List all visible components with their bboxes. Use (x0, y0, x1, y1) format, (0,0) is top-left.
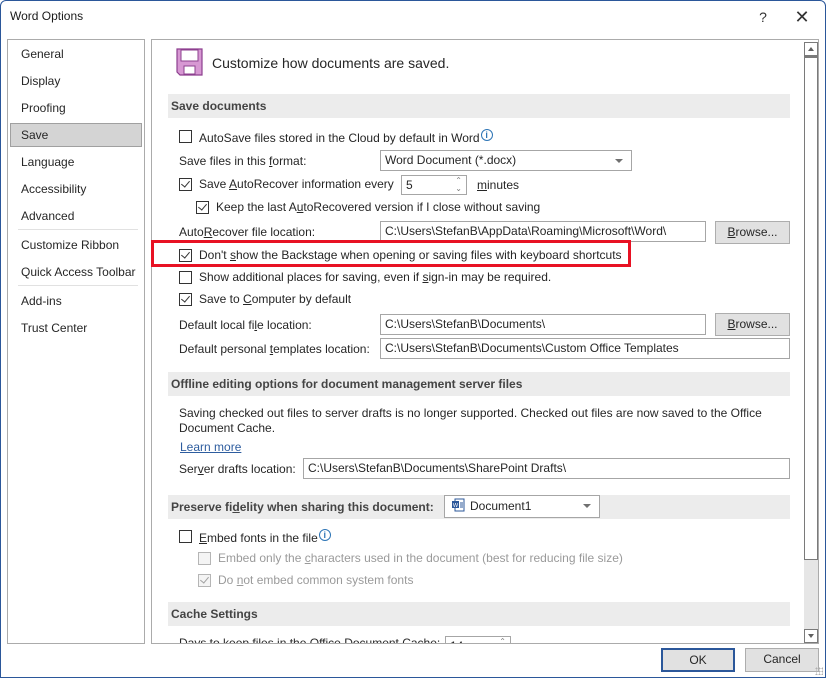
embed-fonts-label: Embed fonts in the file (199, 531, 318, 545)
embed-only-used-characters-option: Embed only the characters used in the do… (198, 551, 623, 565)
ok-button[interactable]: OK (661, 648, 735, 672)
autorecover-minutes-value: 5 (406, 178, 413, 192)
additional-places-checkbox[interactable] (179, 271, 192, 284)
save-format-label: Save files in this format: (179, 154, 307, 168)
additional-places-option[interactable]: Show additional places for saving, even … (179, 270, 551, 284)
info-icon[interactable]: i (318, 529, 331, 541)
cache-days-label: Days to keep files in the Office Documen… (179, 636, 441, 644)
section-save-documents: Save documents (168, 94, 790, 118)
info-icon[interactable]: i (480, 129, 493, 141)
autorecover-location-input[interactable]: C:\Users\StefanB\AppData\Roaming\Microso… (380, 221, 706, 242)
autorecover-option[interactable]: Save AutoRecover information every (179, 177, 394, 191)
offline-description: Saving checked out files to server draft… (179, 406, 762, 435)
nav-item-quick-access-toolbar[interactable]: Quick Access Toolbar (10, 260, 142, 284)
autorecover-label: Save AutoRecover information every (199, 177, 394, 191)
server-drafts-location-input[interactable]: C:\Users\StefanB\Documents\SharePoint Dr… (303, 458, 790, 479)
word-document-icon: W (452, 498, 465, 512)
browse-local-button[interactable]: Browse... (715, 313, 790, 336)
default-local-location-label: Default local file location: (179, 318, 312, 332)
autorecover-minutes-stepper[interactable]: 5 ⌃ ⌄ (401, 175, 467, 195)
nav-item-display[interactable]: Display (10, 69, 142, 93)
no-common-system-fonts-checkbox (198, 574, 211, 587)
svg-text:W: W (453, 503, 459, 509)
floppy-disk-icon (176, 48, 203, 76)
nav-divider (18, 229, 138, 230)
nav-item-save[interactable]: Save (10, 123, 142, 147)
embed-only-used-characters-label: Embed only the characters used in the do… (218, 551, 623, 565)
help-button[interactable]: ? (749, 5, 777, 29)
no-backstage-option[interactable]: Don't show the Backstage when opening or… (179, 248, 622, 262)
autosave-cloud-checkbox[interactable] (179, 130, 192, 143)
autosave-cloud-option[interactable]: AutoSave files stored in the Cloud by de… (179, 129, 493, 145)
scrollbar-thumb[interactable] (804, 56, 818, 560)
nav-item-add-ins[interactable]: Add-ins (10, 289, 142, 313)
scroll-up-arrow-icon[interactable] (804, 42, 818, 56)
cache-days-stepper[interactable]: 14 ⌃⌄ (445, 636, 511, 644)
autorecover-checkbox[interactable] (179, 178, 192, 191)
default-local-location-input[interactable]: C:\Users\StefanB\Documents\ (380, 314, 706, 335)
fidelity-document-dropdown[interactable]: W Document1 (444, 495, 600, 518)
vertical-scrollbar[interactable] (804, 42, 818, 643)
autosave-cloud-label: AutoSave files stored in the Cloud by de… (199, 131, 480, 145)
server-drafts-label: Server drafts location: (179, 462, 296, 476)
options-nav: General Display Proofing Save Language A… (7, 39, 145, 644)
close-button[interactable]: ✕ (788, 5, 816, 29)
embed-only-used-characters-checkbox (198, 552, 211, 565)
save-to-computer-option[interactable]: Save to Computer by default (179, 292, 351, 306)
additional-places-label: Show additional places for saving, even … (199, 270, 552, 284)
spinner-arrows-icon[interactable]: ⌃⌄ (455, 177, 462, 193)
no-backstage-checkbox[interactable] (179, 249, 192, 262)
learn-more-link[interactable]: Learn more (180, 440, 241, 454)
nav-item-customize-ribbon[interactable]: Customize Ribbon (10, 233, 142, 257)
word-options-dialog: Word Options ? ✕ General Display Proofin… (0, 0, 826, 678)
scroll-down-arrow-icon[interactable] (804, 629, 818, 643)
no-backstage-label: Don't show the Backstage when opening or… (199, 248, 622, 262)
nav-divider (18, 285, 138, 286)
keep-last-autorecovered-checkbox[interactable] (196, 201, 209, 214)
keep-last-autorecovered-option[interactable]: Keep the last AutoRecovered version if I… (196, 200, 540, 214)
nav-item-proofing[interactable]: Proofing (10, 96, 142, 120)
save-to-computer-checkbox[interactable] (179, 293, 192, 306)
nav-item-language[interactable]: Language (10, 150, 142, 174)
default-templates-location-label: Default personal templates location: (179, 342, 370, 356)
save-options-pane: Customize how documents are saved. Save … (151, 39, 819, 644)
nav-item-advanced[interactable]: Advanced (10, 204, 142, 228)
browse-autorecover-button[interactable]: Browse... (715, 221, 790, 244)
fidelity-document-value: Document1 (470, 499, 532, 513)
section-offline-editing: Offline editing options for document man… (168, 372, 790, 396)
save-to-computer-label: Save to Computer by default (199, 292, 352, 306)
nav-item-accessibility[interactable]: Accessibility (10, 177, 142, 201)
cache-days-value: 14 (450, 639, 463, 643)
save-format-dropdown[interactable]: Word Document (*.docx) (380, 150, 632, 171)
spinner-arrows-icon[interactable]: ⌃⌄ (499, 638, 506, 644)
default-templates-location-input[interactable]: C:\Users\StefanB\Documents\Custom Office… (380, 338, 790, 359)
dialog-title: Word Options (10, 9, 84, 23)
title-bar: Word Options ? ✕ (1, 1, 825, 33)
section-cache-settings: Cache Settings (168, 602, 790, 626)
embed-fonts-option[interactable]: Embed fonts in the file i (179, 529, 331, 545)
no-common-system-fonts-label: Do not embed common system fonts (218, 573, 414, 587)
nav-item-trust-center[interactable]: Trust Center (10, 316, 142, 340)
embed-fonts-checkbox[interactable] (179, 530, 192, 543)
nav-item-general[interactable]: General (10, 42, 142, 66)
autorecover-location-label: AutoRecover file location: (179, 225, 316, 239)
keep-last-autorecovered-label: Keep the last AutoRecovered version if I… (216, 200, 541, 214)
resize-grip-icon[interactable] (815, 667, 823, 675)
no-common-system-fonts-option: Do not embed common system fonts (198, 573, 413, 587)
page-heading: Customize how documents are saved. (212, 55, 450, 71)
cancel-button[interactable]: Cancel (745, 648, 819, 672)
minutes-label: minutes (477, 178, 520, 192)
